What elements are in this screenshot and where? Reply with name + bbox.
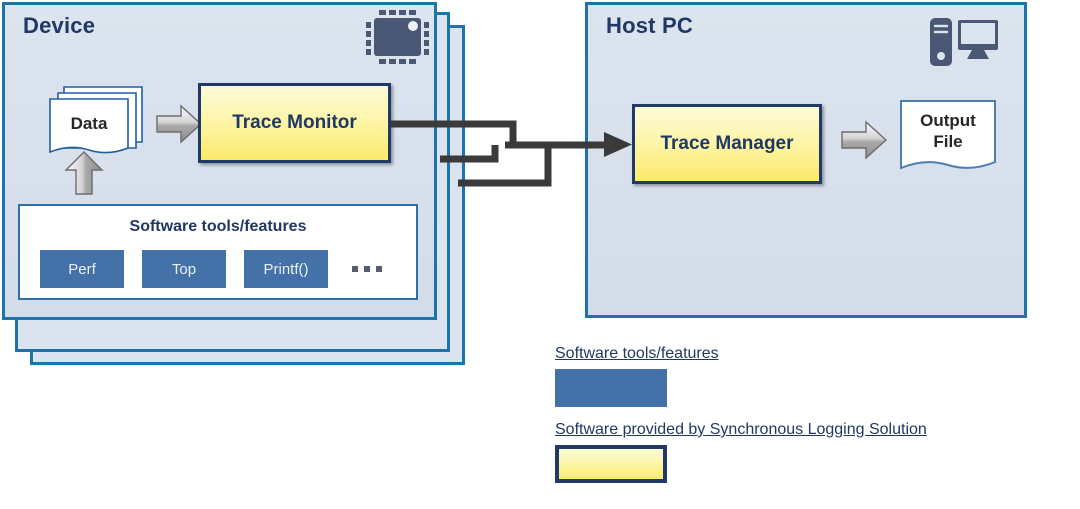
legend-item-tools: Software tools/features: [555, 345, 927, 407]
software-tools-row: Perf Top Printf(): [40, 250, 382, 288]
legend: Software tools/features Software provide…: [555, 345, 927, 483]
legend-label-solution: Software provided by Synchronous Logging…: [555, 421, 927, 438]
output-file-label: Output File: [898, 110, 998, 153]
trace-manager-box[interactable]: Trace Manager: [632, 104, 822, 184]
output-file-label-line1: Output: [920, 111, 976, 130]
tool-chip-printf[interactable]: Printf(): [244, 250, 328, 288]
legend-swatch-solution: [555, 445, 667, 483]
output-file-label-line2: File: [933, 132, 963, 152]
arrow-right-output-icon: [840, 119, 888, 161]
data-label: Data: [70, 114, 108, 133]
chip-icon: [363, 8, 431, 66]
tool-chip-perf[interactable]: Perf: [40, 250, 124, 288]
tool-chip-printf-label: Printf(): [263, 260, 309, 278]
trace-monitor-label: Trace Monitor: [232, 112, 357, 133]
arrow-right-icon: [155, 103, 203, 145]
trace-monitor-box[interactable]: Trace Monitor: [198, 83, 391, 163]
legend-label-tools: Software tools/features: [555, 345, 719, 362]
desktop-computer-icon: [928, 14, 1000, 70]
host-pc-panel-title: Host PC: [606, 13, 693, 38]
tool-chip-top-label: Top: [171, 260, 197, 278]
software-tools-card: Software tools/features Perf Top Printf(…: [18, 204, 418, 300]
legend-item-solution: Software provided by Synchronous Logging…: [555, 421, 927, 483]
arrow-up-icon: [62, 150, 106, 196]
device-panel-title: Device: [23, 13, 96, 38]
legend-swatch-tools: [555, 369, 667, 407]
diagram-canvas: Device Data Trace Monitor Software tools…: [0, 0, 1080, 509]
trace-manager-label: Trace Manager: [660, 133, 794, 154]
software-tools-title: Software tools/features: [129, 218, 307, 235]
tool-chip-top[interactable]: Top: [142, 250, 226, 288]
tool-chip-perf-label: Perf: [68, 260, 96, 278]
tools-ellipsis-icon: [352, 266, 382, 272]
